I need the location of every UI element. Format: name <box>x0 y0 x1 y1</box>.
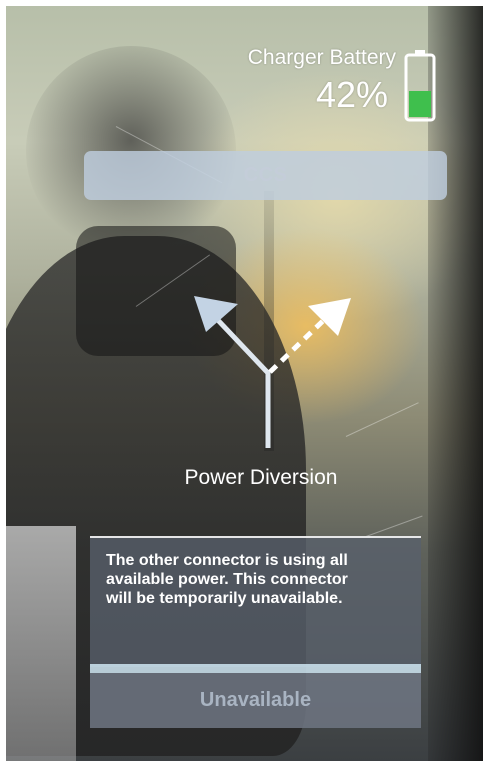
photo-frame: Charger Battery 42% CCS Power Diversion … <box>0 0 483 761</box>
battery-label: Charger Battery <box>247 46 396 69</box>
power-diversion-arrows-icon <box>194 296 351 448</box>
screen-bezel <box>428 6 483 761</box>
unavailable-label: Unavailable <box>199 689 312 711</box>
charger-screen: Charger Battery 42% CCS Power Diversion … <box>6 6 483 761</box>
panel-divider <box>90 664 421 673</box>
power-diversion-label: Power Diversion <box>184 466 338 489</box>
connector-tab: CCS <box>84 151 447 200</box>
reflection-light <box>6 526 76 761</box>
message-text: The other connector is using all availab… <box>106 552 348 607</box>
battery-icon <box>404 50 436 122</box>
battery-percent: 42% <box>315 74 388 115</box>
message-panel: The other connector is using all availab… <box>90 536 421 667</box>
scratch <box>365 515 423 537</box>
battery-level-fill <box>409 91 431 117</box>
connector-label: CCS <box>243 164 288 186</box>
unavailable-button[interactable]: Unavailable <box>90 673 421 728</box>
